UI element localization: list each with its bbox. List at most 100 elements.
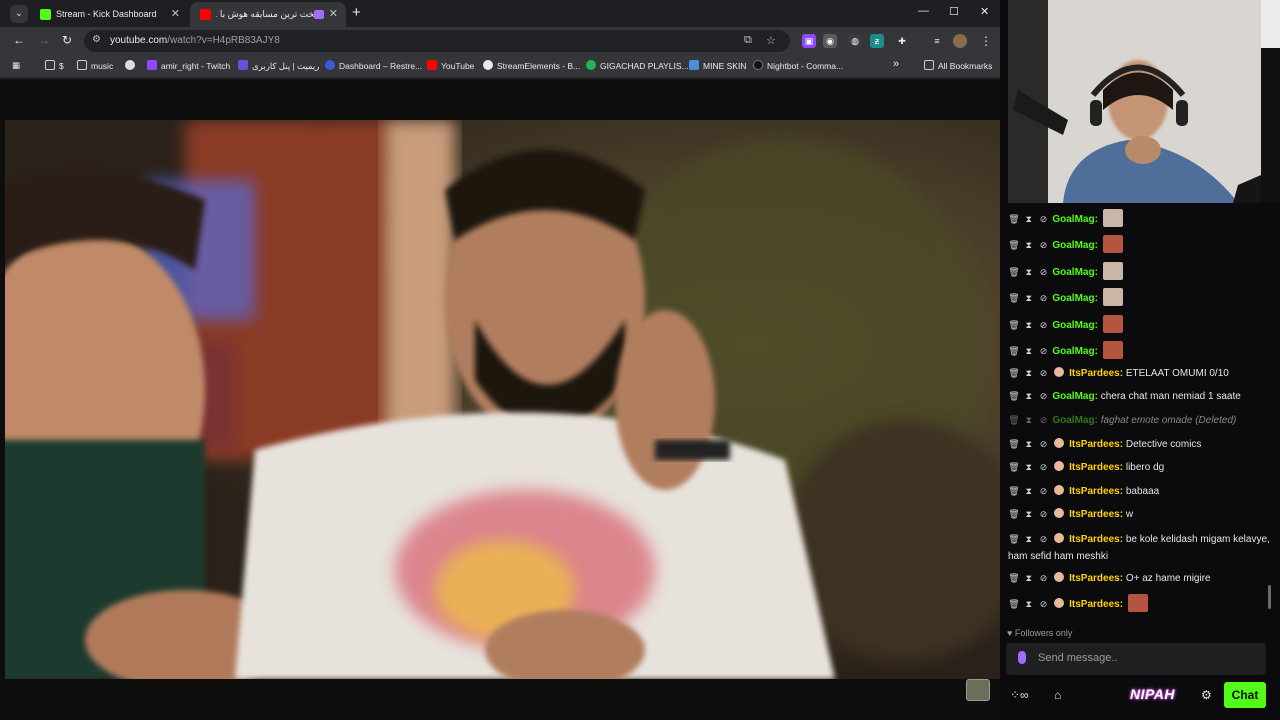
chat-username[interactable]: ItsPardees:	[1069, 368, 1123, 379]
delete-icon[interactable]: 🗑	[1008, 597, 1020, 611]
timeout-icon[interactable]: ⧗	[1023, 366, 1035, 380]
chat-username[interactable]: ItsPardees:	[1069, 486, 1123, 497]
delete-icon[interactable]: 🗑	[1008, 291, 1020, 305]
bookmark-item[interactable]: StreamElements - B...	[483, 60, 580, 71]
timeout-icon[interactable]: ⧗	[1023, 531, 1035, 548]
chat-username[interactable]: GoalMag:	[1052, 293, 1098, 304]
settings-gear-icon[interactable]: ⚙	[1201, 688, 1212, 702]
bookmark-star-icon[interactable]: ☆	[766, 34, 776, 47]
chat-username[interactable]: GoalMag:	[1052, 391, 1098, 402]
audio-playing-icon[interactable]	[314, 10, 324, 19]
tab-youtube-video[interactable]: سخت ترین مسابقه هوش با ... ✕	[190, 2, 346, 27]
apps-grid-icon[interactable]: ▦	[12, 60, 20, 71]
ban-icon[interactable]: ⊘	[1038, 597, 1050, 611]
ban-icon[interactable]: ⊘	[1038, 413, 1050, 427]
bookmark-item[interactable]: GIGACHAD PLAYLIS...	[586, 60, 689, 71]
bookmark-folder[interactable]: $	[45, 60, 64, 71]
twitch-extension-icon[interactable]: ▣	[802, 34, 816, 48]
reload-button[interactable]: ↻	[62, 33, 72, 47]
timeout-icon[interactable]: ⧗	[1023, 437, 1035, 451]
extension-icon[interactable]: ◉	[823, 34, 837, 48]
bookmark-item[interactable]: YouTube	[427, 60, 474, 71]
timeout-icon[interactable]: ⧗	[1023, 597, 1035, 611]
chat-username[interactable]: GoalMag:	[1052, 267, 1098, 278]
delete-icon[interactable]: 🗑	[1008, 389, 1020, 403]
timeout-icon[interactable]: ⧗	[1023, 318, 1035, 332]
ban-icon[interactable]: ⊘	[1038, 238, 1050, 252]
extensions-puzzle-icon[interactable]: ✚	[895, 34, 909, 48]
video-player[interactable]	[5, 120, 1000, 679]
new-tab-button[interactable]: +	[352, 4, 361, 21]
emote-picker-icon[interactable]	[1018, 651, 1026, 664]
address-bar[interactable]: ⚙ youtube.com/watch?v=H4pRB83AJY8 ⧉ ☆	[84, 30, 790, 52]
delete-icon[interactable]: 🗑	[1008, 571, 1020, 585]
chat-username[interactable]: ItsPardees:	[1069, 573, 1123, 584]
ban-icon[interactable]: ⊘	[1038, 507, 1050, 521]
back-button[interactable]: ←	[13, 33, 25, 47]
tab-search-button[interactable]: ⌄	[10, 5, 28, 23]
bookmark-item[interactable]: amir_right - Twitch	[147, 60, 230, 71]
delete-icon[interactable]: 🗑	[1008, 366, 1020, 380]
extension-icon[interactable]: ◍	[848, 34, 862, 48]
timeout-icon[interactable]: ⧗	[1023, 460, 1035, 474]
nipah-extension-button[interactable]: NIPAH	[1130, 686, 1175, 702]
delete-icon[interactable]: 🗑	[1008, 531, 1020, 548]
ban-icon[interactable]: ⊘	[1038, 437, 1050, 451]
timeout-icon[interactable]: ⧗	[1023, 571, 1035, 585]
ban-icon[interactable]: ⊘	[1038, 484, 1050, 498]
bookmark-item[interactable]: MINE SKIN	[689, 60, 746, 71]
timeout-icon[interactable]: ⧗	[1023, 413, 1035, 427]
url-text[interactable]: youtube.com/watch?v=H4pRB83AJY8	[110, 35, 280, 46]
delete-icon[interactable]: 🗑	[1008, 265, 1020, 279]
bookmark-item[interactable]: Nightbot - Comma...	[753, 60, 843, 71]
chat-username[interactable]: GoalMag:	[1052, 346, 1098, 357]
send-chat-button[interactable]: Chat	[1224, 682, 1266, 708]
bookmark-folder[interactable]: music	[77, 60, 113, 71]
extension-icon[interactable]: ƶ	[870, 34, 884, 48]
ban-icon[interactable]: ⊘	[1038, 389, 1050, 403]
ban-icon[interactable]: ⊘	[1038, 212, 1050, 226]
chat-username[interactable]: ItsPardees:	[1069, 439, 1123, 450]
cast-icon[interactable]: ⧉	[744, 34, 752, 47]
delete-icon[interactable]: 🗑	[1008, 484, 1020, 498]
close-icon[interactable]: ✕	[329, 2, 338, 27]
timeout-icon[interactable]: ⧗	[1023, 484, 1035, 498]
delete-icon[interactable]: 🗑	[1008, 212, 1020, 226]
ban-icon[interactable]: ⊘	[1038, 318, 1050, 332]
ban-icon[interactable]: ⊘	[1038, 460, 1050, 474]
ban-icon[interactable]: ⊘	[1038, 571, 1050, 585]
forward-button[interactable]: →	[38, 33, 50, 47]
delete-icon[interactable]: 🗑	[1008, 318, 1020, 332]
delete-icon[interactable]: 🗑	[1008, 507, 1020, 521]
chat-username[interactable]: ItsPardees:	[1069, 462, 1123, 473]
ban-icon[interactable]: ⊘	[1038, 344, 1050, 358]
more-menu-icon[interactable]: ⋮	[979, 34, 993, 48]
all-bookmarks-button[interactable]: All Bookmarks	[924, 60, 992, 71]
site-info-icon[interactable]: ⚙	[92, 34, 101, 45]
delete-icon[interactable]: 🗑	[1008, 413, 1020, 427]
timeout-icon[interactable]: ⧗	[1023, 212, 1035, 226]
timeout-icon[interactable]: ⧗	[1023, 291, 1035, 305]
bookmark-item[interactable]: Dashboard – Restre...	[325, 60, 422, 71]
ban-icon[interactable]: ⊘	[1038, 366, 1050, 380]
delete-icon[interactable]: 🗑	[1008, 344, 1020, 358]
ban-icon[interactable]: ⊘	[1038, 291, 1050, 305]
chat-username[interactable]: ItsPardees:	[1069, 599, 1123, 610]
delete-icon[interactable]: 🗑	[1008, 238, 1020, 252]
delete-icon[interactable]: 🗑	[1008, 460, 1020, 474]
ban-icon[interactable]: ⊘	[1038, 265, 1050, 279]
bookmark-item[interactable]: ریمیت | پنل کاربری	[238, 60, 319, 72]
delete-icon[interactable]: 🗑	[1008, 437, 1020, 451]
chat-username[interactable]: GoalMag:	[1052, 240, 1098, 251]
close-icon[interactable]: ✕	[171, 2, 180, 27]
bookmark-item[interactable]	[125, 60, 139, 71]
timeout-icon[interactable]: ⧗	[1023, 265, 1035, 279]
channel-watermark-icon[interactable]	[966, 679, 990, 701]
bookmarks-overflow-button[interactable]: »	[893, 58, 899, 70]
timeout-icon[interactable]: ⧗	[1023, 507, 1035, 521]
media-controls-icon[interactable]: ≡	[930, 34, 944, 48]
chat-username[interactable]: ItsPardees:	[1069, 534, 1123, 545]
chat-scrollbar[interactable]	[1268, 585, 1271, 609]
chat-username[interactable]: GoalMag:	[1052, 320, 1098, 331]
chat-username[interactable]: ItsPardees:	[1069, 509, 1123, 520]
